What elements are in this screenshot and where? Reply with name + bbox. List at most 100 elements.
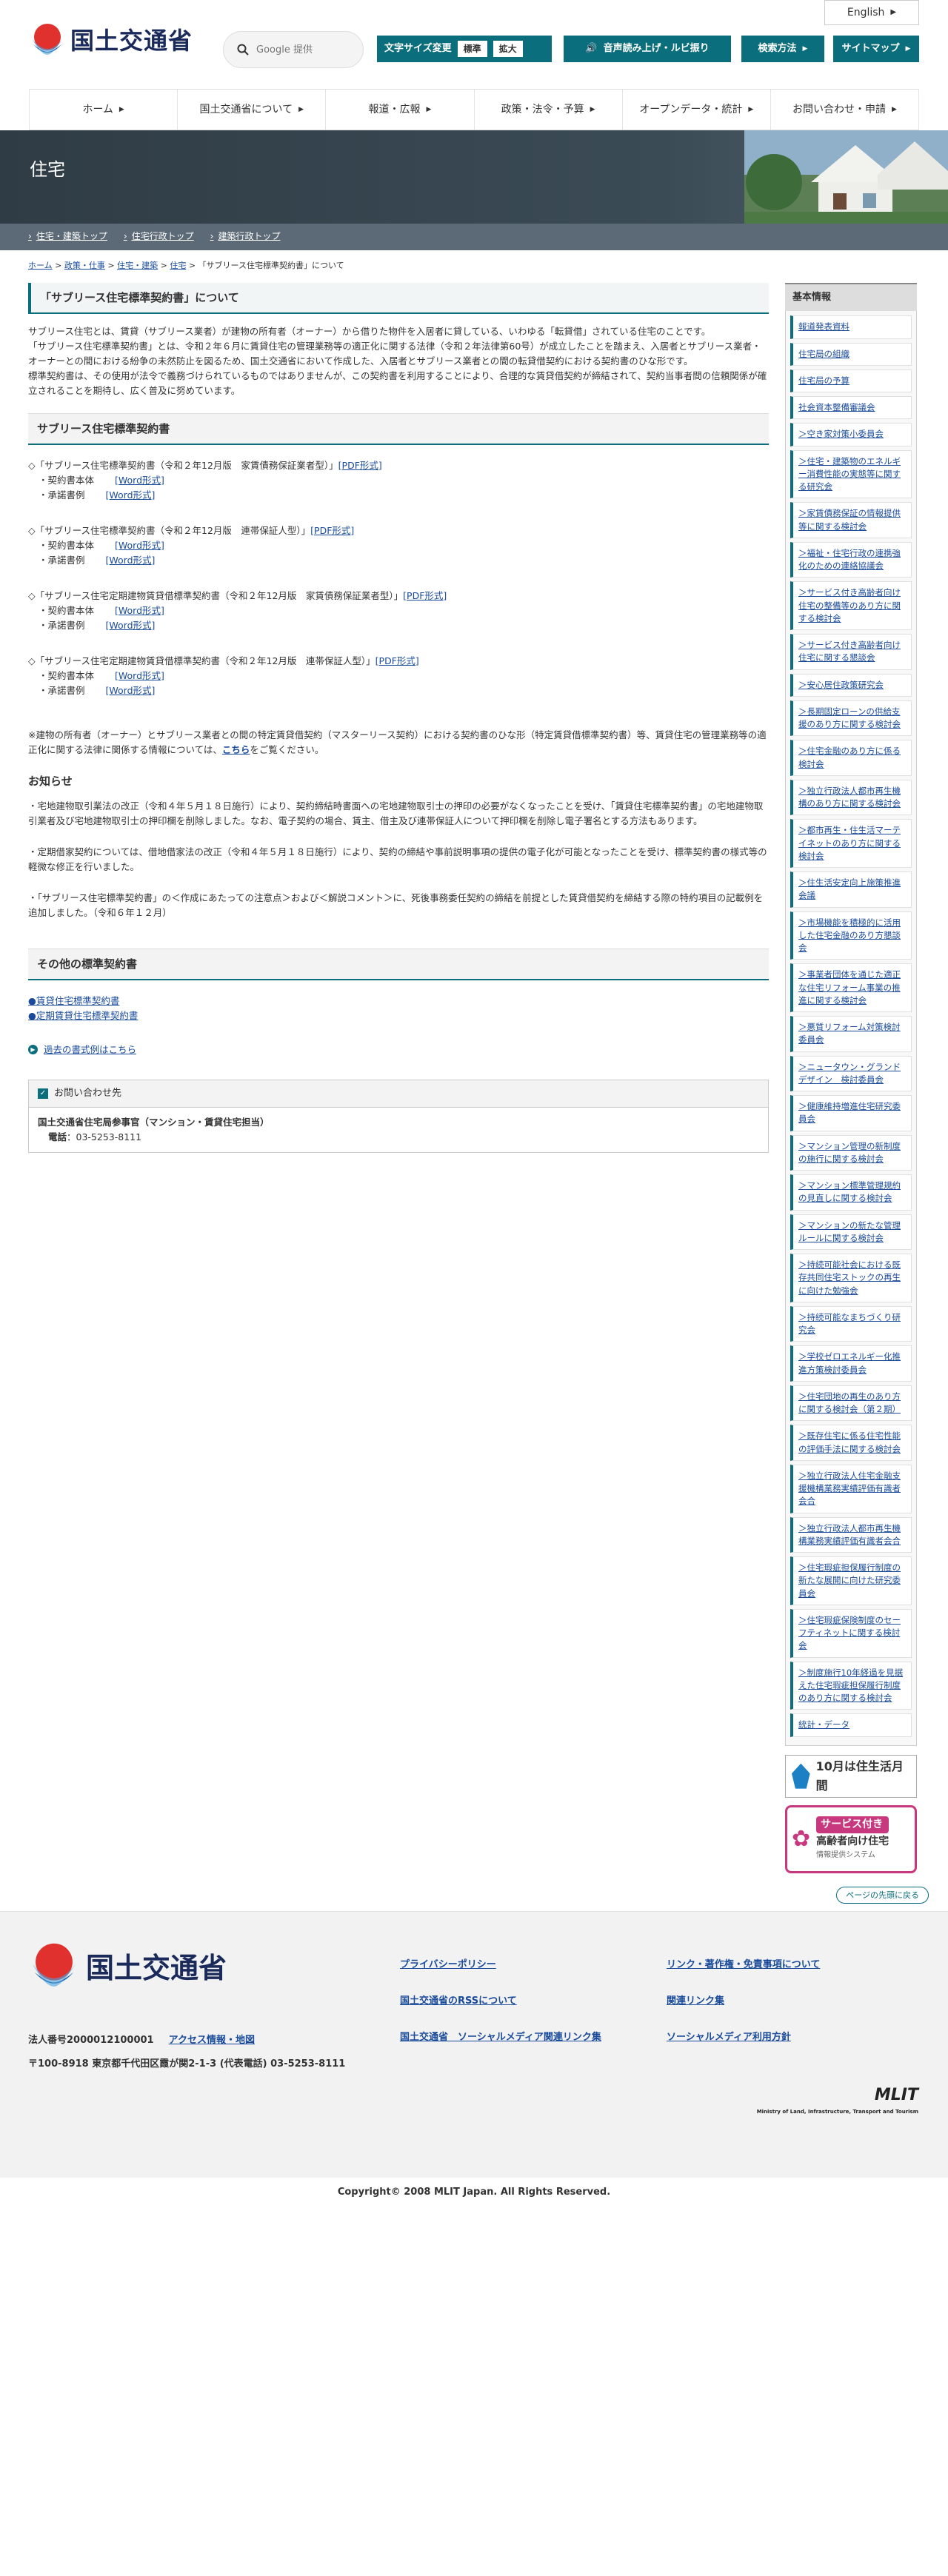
elderly-housing-banner[interactable]: ✿ サービス付き 高齢者向け住宅 情報提供システム bbox=[785, 1804, 917, 1873]
footer-link-related[interactable]: 関連リンク集 bbox=[667, 1994, 933, 2010]
sidebar-item-link[interactable]: ＞家賃債務保証の情報提供等に関する検討会 bbox=[798, 508, 901, 531]
nav-policy[interactable]: 政策・法令・予算 ▶ bbox=[473, 90, 622, 130]
sidebar-item-link[interactable]: ＞事業者団体を通じた適正な住宅リフォーム事業の推進に関する検討会 bbox=[798, 969, 901, 1006]
word-link[interactable]: [Word形式] bbox=[115, 538, 164, 553]
breadcrumb-housing[interactable]: 住宅 bbox=[170, 261, 186, 270]
footer-link-rss[interactable]: 国土交通省のRSSについて bbox=[400, 1994, 667, 2010]
sidebar-item[interactable]: 社会資本整備審議会 bbox=[790, 396, 912, 420]
sidebar-item-link[interactable]: ＞住宅瑕疵保険制度のセーフティネットに関する検討会 bbox=[798, 1615, 901, 1651]
breadcrumb-housing-building[interactable]: 住宅・建築 bbox=[117, 261, 158, 270]
nav-opendata[interactable]: オープンデータ・統計 ▶ bbox=[621, 90, 770, 130]
sidebar-item-link[interactable]: ＞サービス付き高齢者向け住宅に関する懇談会 bbox=[798, 640, 901, 663]
sidebar-item[interactable]: ＞独立行政法人住宅金融支援機構業務実績評価有識者会合 bbox=[790, 1464, 912, 1513]
footer-link-privacy[interactable]: プライバシーポリシー bbox=[400, 1958, 667, 1973]
sidebar-item-link[interactable]: ＞住宅団地の再生のあり方に関する検討会（第２期） bbox=[798, 1391, 901, 1414]
sidebar-item[interactable]: ＞ニュータウン・グランドデザイン 検討委員会 bbox=[790, 1055, 912, 1092]
sidebar-item[interactable]: ＞既存住宅に係る住宅性能の評価手法に関する検討会 bbox=[790, 1425, 912, 1461]
sidebar-item-link[interactable]: ＞独立行政法人都市再生機構業務実績評価有識者会合 bbox=[798, 1523, 901, 1546]
pdf-link[interactable]: [PDF形式] bbox=[338, 460, 382, 471]
master-lease-link[interactable]: こちら bbox=[222, 744, 250, 755]
sidebar-item[interactable]: ＞安心居住政策研究会 bbox=[790, 673, 912, 697]
font-size-standard-button[interactable]: 標準 bbox=[457, 41, 487, 57]
sidebar-item-link[interactable]: ＞長期固定ローンの供給支援のあり方に関する検討会 bbox=[798, 706, 901, 729]
sidebar-item[interactable]: ＞マンション標準管理規約の見直しに関する検討会 bbox=[790, 1174, 912, 1211]
font-size-large-button[interactable]: 拡大 bbox=[493, 41, 523, 57]
link-fixed-term-contract[interactable]: ●定期賃貸住宅標準契約書 bbox=[28, 1010, 138, 1021]
sidebar-item[interactable]: ＞独立行政法人都市再生機構業務実績評価有識者会合 bbox=[790, 1516, 912, 1553]
breadcrumb-policy[interactable]: 政策・仕事 bbox=[64, 261, 105, 270]
sidebar-item-link[interactable]: ＞健康維持増進住宅研究委員会 bbox=[798, 1101, 901, 1124]
pdf-link[interactable]: [PDF形式] bbox=[403, 590, 447, 601]
sidebar-item-link[interactable]: ＞住宅瑕疵担保履行制度の新たな展開に向けた研究委員会 bbox=[798, 1562, 901, 1599]
sidebar-item[interactable]: 統計・データ bbox=[790, 1713, 912, 1737]
sidebar-item-link[interactable]: ＞マンション管理の新制度の施行に関する検討会 bbox=[798, 1141, 901, 1164]
search-input[interactable] bbox=[256, 44, 345, 56]
sidebar-item-link[interactable]: ＞空き家対策小委員会 bbox=[798, 429, 884, 439]
search-method-button[interactable]: 検索方法 ▶ bbox=[741, 36, 824, 62]
sidebar-item-link[interactable]: ＞持続可能なまちづくり研究会 bbox=[798, 1312, 901, 1335]
housing-month-banner[interactable]: 10月は住生活月間 bbox=[785, 1754, 917, 1798]
sidebar-item[interactable]: 報道発表資料 bbox=[790, 315, 912, 339]
sidebar-item-link[interactable]: ＞既存住宅に係る住宅性能の評価手法に関する検討会 bbox=[798, 1431, 901, 1453]
link-rental-contract[interactable]: ●賃貸住宅標準契約書 bbox=[28, 995, 119, 1006]
sidebar-item[interactable]: 住宅局の予算 bbox=[790, 369, 912, 393]
footer-logo[interactable]: 国土交通省 bbox=[30, 1941, 227, 1995]
sidebar-item[interactable]: ＞空き家対策小委員会 bbox=[790, 423, 912, 446]
sidebar-item[interactable]: ＞家賃債務保証の情報提供等に関する検討会 bbox=[790, 502, 912, 538]
sidebar-item-link[interactable]: ＞学校ゼロエネルギー化推進方策検討委員会 bbox=[798, 1351, 901, 1374]
sidebar-item[interactable]: ＞サービス付き高齢者向け住宅に関する懇談会 bbox=[790, 634, 912, 670]
sidebar-item[interactable]: ＞住宅瑕疵保険制度のセーフティネットに関する検討会 bbox=[790, 1608, 912, 1658]
sidebar-item-link[interactable]: ＞サービス付き高齢者向け住宅の整備等のあり方に関する検討会 bbox=[798, 587, 901, 623]
sitemap-button[interactable]: サイトマップ ▶ bbox=[833, 36, 919, 62]
sidebar-item[interactable]: ＞住宅・建築物のエネルギー消費性能の実態等に関する研究会 bbox=[790, 449, 912, 499]
sidebar-item-link[interactable]: 社会資本整備審議会 bbox=[798, 402, 875, 412]
sidebar-item[interactable]: ＞住宅団地の再生のあり方に関する検討会（第２期） bbox=[790, 1385, 912, 1422]
nav-press[interactable]: 報道・広報 ▶ bbox=[325, 90, 473, 130]
sidebar-item-link[interactable]: ＞ニュータウン・グランドデザイン 検討委員会 bbox=[798, 1062, 901, 1085]
sidebar-item-link[interactable]: 統計・データ bbox=[798, 1719, 849, 1730]
site-logo[interactable]: 国土交通省 bbox=[30, 22, 193, 61]
sidebar-item-link[interactable]: ＞住生活安定向上施策推進会議 bbox=[798, 877, 901, 900]
sidebar-item[interactable]: ＞持続可能社会における既存共同住宅ストックの再生に向けた勉強会 bbox=[790, 1254, 912, 1302]
sidebar-item[interactable]: ＞サービス付き高齢者向け住宅の整備等のあり方に関する検討会 bbox=[790, 581, 912, 631]
word-link[interactable]: [Word形式] bbox=[106, 683, 156, 698]
sidebar-item-link[interactable]: ＞制度施行10年経過を見据えた住宅瑕疵担保履行制度のあり方に関する検討会 bbox=[798, 1667, 903, 1704]
sidebar-item[interactable]: ＞マンションの新たな管理ルールに関する検討会 bbox=[790, 1214, 912, 1251]
pdf-link[interactable]: [PDF形式] bbox=[310, 525, 354, 536]
word-link[interactable]: [Word形式] bbox=[115, 603, 164, 618]
sidebar-item[interactable]: ＞学校ゼロエネルギー化推進方策検討委員会 bbox=[790, 1345, 912, 1382]
sidebar-item[interactable]: ＞長期固定ローンの供給支援のあり方に関する検討会 bbox=[790, 700, 912, 737]
nav-contact[interactable]: お問い合わせ・申請 ▶ bbox=[770, 90, 920, 130]
nav-about[interactable]: 国土交通省について ▶ bbox=[177, 90, 325, 130]
sidebar-item-link[interactable]: ＞悪質リフォーム対策検討委員会 bbox=[798, 1022, 901, 1045]
sidebar-item[interactable]: ＞持続可能なまちづくり研究会 bbox=[790, 1305, 912, 1342]
access-link[interactable]: アクセス情報・地図 bbox=[169, 2033, 255, 2049]
sidebar-item-link[interactable]: ＞マンション標準管理規約の見直しに関する検討会 bbox=[798, 1180, 901, 1203]
word-link[interactable]: [Word形式] bbox=[115, 473, 164, 488]
sidebar-item[interactable]: ＞福祉・住宅行政の連携強化のための連絡協議会 bbox=[790, 541, 912, 578]
voice-ruby-button[interactable]: 🔊 音声読み上げ・ルビ振り bbox=[564, 36, 731, 62]
sidebar-item-link[interactable]: 報道発表資料 bbox=[798, 321, 849, 332]
word-link[interactable]: [Word形式] bbox=[106, 553, 156, 568]
link-building-admin-top[interactable]: › 建築行政トップ bbox=[210, 230, 281, 244]
sidebar-item-link[interactable]: ＞住宅金融のあり方に係る検討会 bbox=[798, 746, 901, 769]
sidebar-item-link[interactable]: ＞持続可能社会における既存共同住宅ストックの再生に向けた勉強会 bbox=[798, 1259, 901, 1296]
breadcrumb-home[interactable]: ホーム bbox=[28, 261, 53, 270]
sidebar-item[interactable]: ＞事業者団体を通じた適正な住宅リフォーム事業の推進に関する検討会 bbox=[790, 963, 912, 1013]
sidebar-item-link[interactable]: ＞安心居住政策研究会 bbox=[798, 680, 884, 690]
sidebar-item[interactable]: ＞制度施行10年経過を見据えた住宅瑕疵担保履行制度のあり方に関する検討会 bbox=[790, 1661, 912, 1710]
back-to-top-button[interactable]: ページの先頭に戻る bbox=[836, 1886, 929, 1904]
sidebar-item[interactable]: ＞市場機能を積極的に活用した住宅金融のあり方懇談会 bbox=[790, 911, 912, 960]
sidebar-item-link[interactable]: ＞福祉・住宅行政の連携強化のための連絡協議会 bbox=[798, 548, 901, 571]
sidebar-item-link[interactable]: 住宅局の組織 bbox=[798, 349, 849, 359]
footer-link-copyright[interactable]: リンク・著作権・免責事項について bbox=[667, 1958, 933, 1973]
nav-home[interactable]: ホーム ▶ bbox=[29, 90, 177, 130]
sidebar-item-link[interactable]: ＞都市再生・住生活マーテイネットのあり方に関する検討会 bbox=[798, 825, 901, 861]
sidebar-item-link[interactable]: ＞マンションの新たな管理ルールに関する検討会 bbox=[798, 1220, 901, 1243]
footer-link-social-policy[interactable]: ソーシャルメディア利用方針 bbox=[667, 2030, 933, 2046]
sidebar-item[interactable]: ＞健康維持増進住宅研究委員会 bbox=[790, 1095, 912, 1131]
sidebar-item[interactable]: ＞住宅金融のあり方に係る検討会 bbox=[790, 740, 912, 776]
search-box[interactable] bbox=[223, 31, 364, 68]
word-link[interactable]: [Word形式] bbox=[106, 488, 156, 503]
sidebar-item-link[interactable]: ＞独立行政法人都市再生機構のあり方に関する検討会 bbox=[798, 786, 901, 809]
